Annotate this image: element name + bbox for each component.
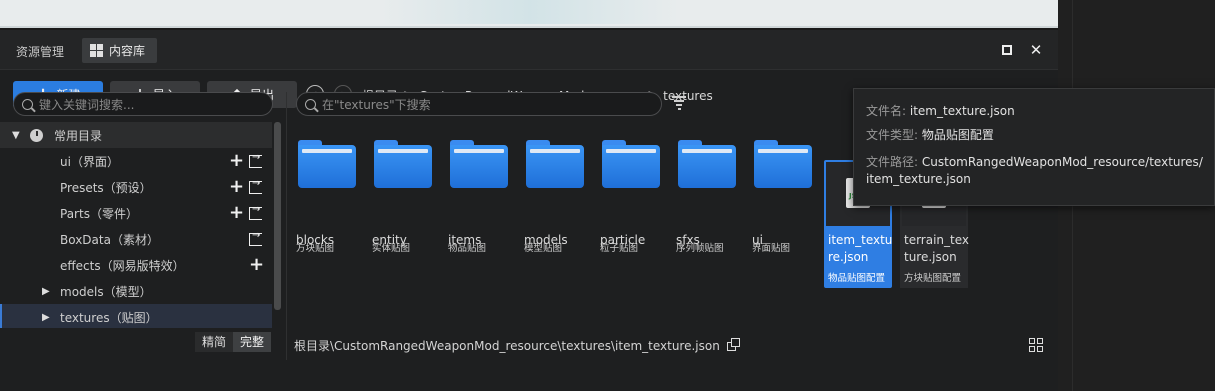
- copy-icon[interactable]: [727, 338, 740, 351]
- item-type: 方块贴图: [296, 243, 335, 254]
- item-type: 模型贴图: [524, 243, 563, 254]
- panel-tabbar: 资源管理 内容库 ✕: [0, 30, 1058, 70]
- folder-icon: [450, 140, 508, 188]
- folder-item-particle[interactable]: particle 粒子贴图: [600, 130, 668, 258]
- caret-right-icon[interactable]: ▶: [42, 286, 50, 297]
- app-root: 资源管理 内容库 ✕ + 新建 导入 导出 ‹ ›: [0, 0, 1215, 391]
- tree-item-textures[interactable]: ▶ textures（贴图）: [0, 304, 272, 328]
- caret-down-icon[interactable]: ▼: [12, 130, 20, 141]
- tree-item-boxdata[interactable]: BoxData（素材）: [0, 226, 272, 252]
- tree-item-label: BoxData（素材）: [60, 232, 159, 247]
- viewport-preview: [0, 0, 1058, 28]
- tree-item-models[interactable]: ▶ models（模型）: [0, 278, 272, 304]
- view-mode-toggle: 精简 完整: [195, 332, 271, 352]
- add-icon[interactable]: +: [229, 152, 244, 170]
- filter-icon[interactable]: [672, 96, 686, 110]
- tooltip-filetype: 文件类型: 物品贴图配置: [866, 127, 1206, 144]
- item-type: 方块贴图配置: [904, 273, 962, 284]
- tooltip-filename-key: 文件名:: [866, 104, 907, 118]
- tree-item-ui[interactable]: ui（界面） +: [0, 148, 272, 174]
- grid-icon: [90, 44, 103, 57]
- tree-item-label: effects（网易版特效）: [60, 258, 185, 273]
- tree-item-effects[interactable]: effects（网易版特效） +: [0, 252, 272, 278]
- folder-item-sfxs[interactable]: sfxs 序列帧贴图: [676, 130, 744, 258]
- tooltip-filepath: 文件路径: CustomRangedWeaponMod_resource/tex…: [866, 154, 1206, 188]
- item-type: 物品贴图配置: [828, 273, 886, 284]
- folder-item-ui[interactable]: ui 界面贴图: [752, 130, 820, 258]
- item-type: 界面贴图: [752, 243, 791, 254]
- add-icon[interactable]: +: [229, 178, 244, 196]
- folder-icon: [374, 140, 432, 188]
- grid-view-icon[interactable]: [1029, 338, 1043, 352]
- tree-search-input[interactable]: 键入关键词搜索...: [13, 92, 273, 116]
- folder-item-entity[interactable]: entity 实体贴图: [372, 130, 440, 258]
- tree-header-label: 常用目录: [54, 128, 103, 143]
- tree-item-label: textures（贴图）: [60, 310, 158, 325]
- full-mode-button[interactable]: 完整: [233, 332, 271, 352]
- tooltip-filename: 文件名: item_texture.json: [866, 103, 1206, 120]
- folder-icon: [678, 140, 736, 188]
- status-bar: 根目录\CustomRangedWeaponMod_resource\textu…: [287, 330, 1058, 361]
- export-icon[interactable]: [249, 178, 262, 194]
- folder-search-placeholder: 在"textures"下搜索: [322, 97, 431, 112]
- item-name: terrain_texture.json: [904, 233, 970, 264]
- item-type: 粒子贴图: [600, 243, 639, 254]
- breadcrumb-item-textures[interactable]: textures: [663, 89, 713, 103]
- status-path: 根目录\CustomRangedWeaponMod_resource\textu…: [294, 339, 720, 353]
- item-type: 实体贴图: [372, 243, 411, 254]
- folder-icon: [298, 140, 356, 188]
- tree-search-placeholder: 键入关键词搜索...: [39, 97, 135, 112]
- file-info-tooltip: 文件名: item_texture.json 文件类型: 物品贴图配置 文件路径…: [853, 88, 1215, 206]
- folder-item-blocks[interactable]: blocks 方块贴图: [296, 130, 364, 258]
- caret-right-icon[interactable]: ▶: [42, 312, 50, 323]
- tooltip-filetype-key: 文件类型:: [866, 128, 919, 142]
- close-icon[interactable]: ✕: [1028, 42, 1044, 58]
- directory-tree: ▼ 常用目录 ui（界面） + Presets（预设） + Parts（零件） …: [0, 122, 283, 328]
- add-icon[interactable]: +: [249, 256, 264, 274]
- search-icon: [22, 98, 33, 110]
- folder-icon: [526, 140, 584, 188]
- item-type: 序列帧贴图: [676, 243, 724, 254]
- item-name: item_texture.json: [828, 233, 893, 264]
- add-icon[interactable]: +: [229, 204, 244, 222]
- tree-item-presets[interactable]: Presets（预设） +: [0, 174, 272, 200]
- pane-splitter[interactable]: [286, 92, 287, 360]
- export-icon[interactable]: [249, 152, 262, 168]
- tree-item-parts[interactable]: Parts（零件） +: [0, 200, 272, 226]
- tab-content-library[interactable]: 内容库: [82, 38, 157, 63]
- folder-search-input[interactable]: 在"textures"下搜索: [296, 92, 662, 116]
- tree-item-label: Presets（预设）: [60, 180, 152, 195]
- viewport-decor: [380, 0, 680, 24]
- maximize-icon[interactable]: [999, 42, 1015, 58]
- tooltip-filename-value: item_texture.json: [909, 104, 1015, 118]
- tree-item-label: ui（界面）: [60, 154, 119, 169]
- simple-mode-button[interactable]: 精简: [195, 332, 233, 352]
- tree-item-label: Parts（零件）: [60, 206, 138, 221]
- tree-scrollbar[interactable]: [274, 122, 281, 310]
- tab-resource-management[interactable]: 资源管理: [16, 43, 64, 60]
- tree-header-common[interactable]: ▼ 常用目录: [0, 122, 272, 148]
- tooltip-filepath-key: 文件路径:: [866, 155, 919, 169]
- item-type: 物品贴图: [448, 243, 487, 254]
- folder-icon: [754, 140, 812, 188]
- folder-icon: [602, 140, 660, 188]
- export-icon[interactable]: [249, 204, 262, 220]
- tooltip-filetype-value: 物品贴图配置: [921, 128, 994, 142]
- tab-content-library-label: 内容库: [109, 44, 146, 58]
- tree-item-label: models（模型）: [60, 284, 152, 299]
- folder-item-models[interactable]: models 模型贴图: [524, 130, 592, 258]
- clock-icon: [30, 128, 43, 142]
- folder-item-items[interactable]: items 物品贴图: [448, 130, 516, 258]
- search-icon: [305, 98, 316, 110]
- export-icon[interactable]: [249, 230, 262, 246]
